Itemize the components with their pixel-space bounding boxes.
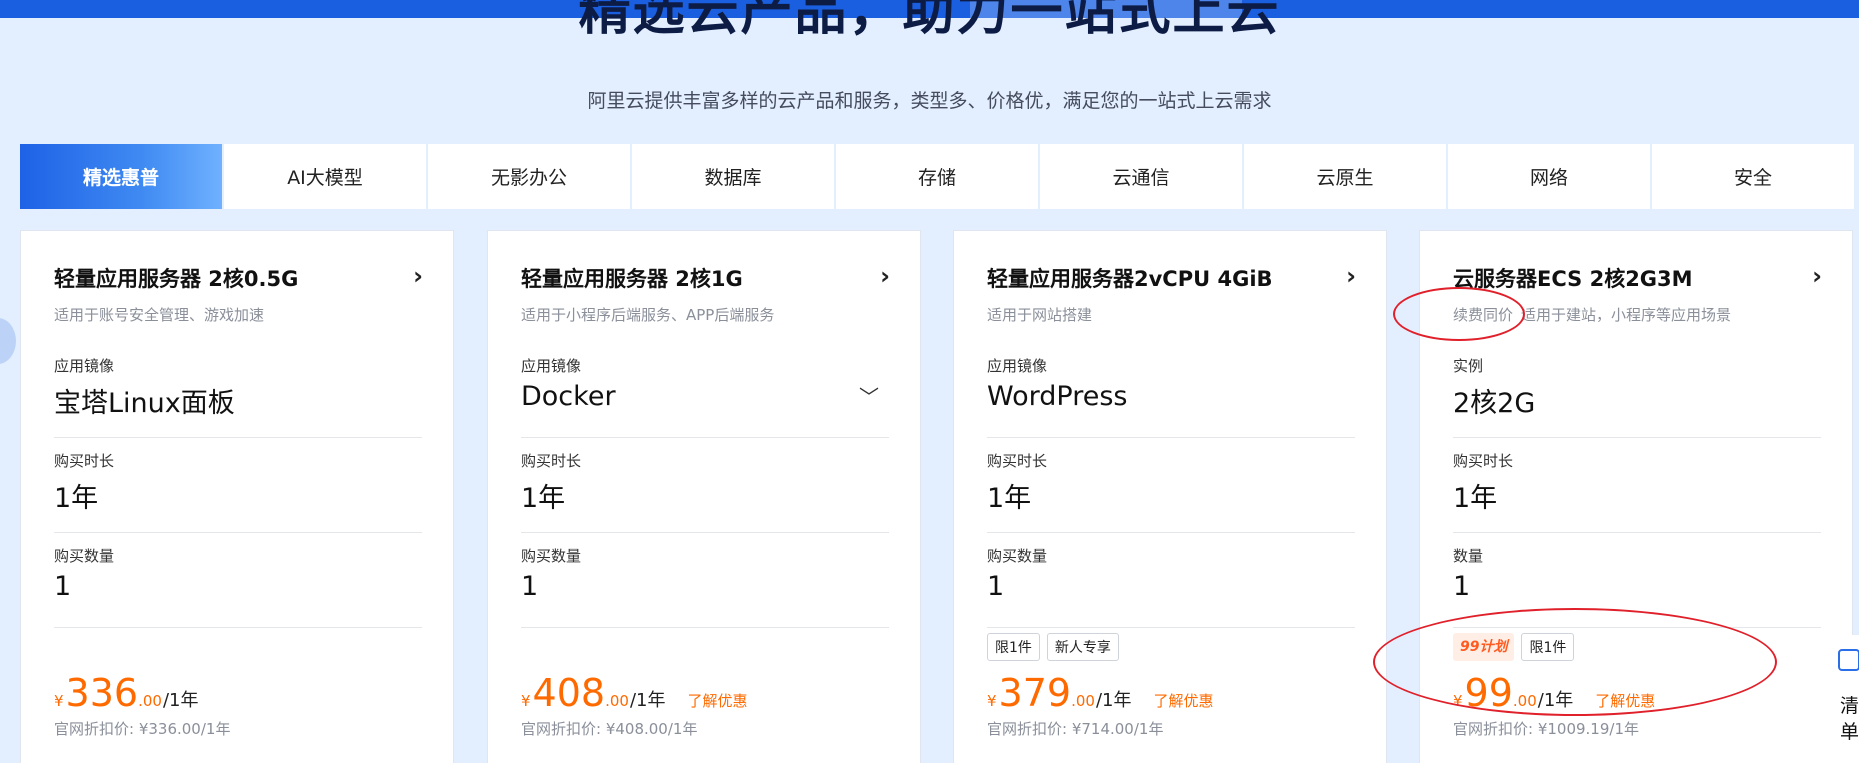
chevron-right-icon[interactable]: › [880, 262, 890, 290]
tab-cloud-communication[interactable]: 云通信 [1040, 144, 1242, 209]
page-title: 精选云产品，助力一站式上云 [578, 0, 1281, 42]
card-title[interactable]: 轻量应用服务器 2核0.5G [54, 263, 298, 293]
price: ¥ 379 .00 /1年 了解优惠 [987, 669, 1213, 717]
learn-discount-link[interactable]: 了解优惠 [1153, 690, 1213, 711]
field-value: 宝塔Linux面板 [54, 388, 235, 419]
instance-field[interactable]: 实例 2核2G [1453, 343, 1821, 438]
price: ¥ 336 .00 /1年 [54, 669, 198, 717]
field-value: 2核2G [1453, 388, 1536, 419]
product-card: 轻量应用服务器 2核1G › 适用于小程序后端服务、APP后端服务 应用镜像 D… [487, 230, 921, 763]
annotation-circle [1393, 287, 1525, 341]
annotation-circle [1373, 608, 1777, 716]
tab-storage[interactable]: 存储 [836, 144, 1038, 209]
card-title[interactable]: 轻量应用服务器 2核1G [521, 263, 743, 293]
field-label: 购买时长 [987, 452, 1048, 470]
field-label: 购买时长 [1453, 452, 1514, 470]
original-price: 官网折扣价: ¥714.00/1年 [987, 720, 1164, 738]
limit-tag: 限1件 [987, 633, 1040, 661]
price-unit: /1年 [1095, 690, 1132, 711]
chevron-right-icon[interactable]: › [1812, 262, 1822, 290]
price: ¥ 408 .00 /1年 了解优惠 [521, 669, 747, 717]
field-value: 1 [521, 571, 539, 602]
field-value: 1 [1453, 571, 1471, 602]
image-field[interactable]: 应用镜像 WordPress [987, 343, 1355, 438]
price-currency: ¥ [987, 692, 997, 710]
product-card: 轻量应用服务器 2核0.5G › 适用于账号安全管理、游戏加速 应用镜像 宝塔L… [20, 230, 454, 763]
tab-featured[interactable]: 精选惠普 [20, 144, 222, 209]
original-price: 官网折扣价: ¥408.00/1年 [521, 720, 698, 738]
duration-field[interactable]: 购买时长 1年 [987, 438, 1355, 533]
duration-field[interactable]: 购买时长 1年 [521, 438, 889, 533]
field-value: 1 [54, 571, 72, 602]
price-unit: /1年 [162, 690, 199, 711]
chevron-down-icon[interactable]: ﹀ [859, 381, 879, 410]
field-value: 1年 [521, 483, 566, 514]
original-price: 官网折扣价: ¥336.00/1年 [54, 720, 231, 738]
field-label: 应用镜像 [54, 357, 115, 375]
field-label: 应用镜像 [521, 357, 582, 375]
price-integer: 336 [65, 671, 139, 715]
field-value: 1年 [54, 483, 99, 514]
quantity-field[interactable]: 购买数量 1 [521, 533, 889, 628]
image-select[interactable]: 应用镜像 Docker ﹀ [521, 343, 889, 438]
field-label: 购买数量 [521, 547, 582, 565]
field-value: Docker [521, 381, 616, 412]
card-title[interactable]: 轻量应用服务器2vCPU 4GiB [987, 263, 1273, 293]
category-tabs: 精选惠普 AI大模型 无影办公 数据库 存储 云通信 云原生 网络 安全 [20, 144, 1856, 209]
product-card: 轻量应用服务器2vCPU 4GiB › 适用于网站搭建 应用镜像 WordPre… [953, 230, 1387, 763]
side-widget-text: 清 [1840, 695, 1859, 717]
list-icon [1838, 649, 1859, 671]
chevron-right-icon[interactable]: › [1346, 262, 1356, 290]
price-decimal: .00 [1071, 692, 1095, 710]
card-description: 适用于账号安全管理、游戏加速 [54, 306, 265, 324]
field-label: 购买时长 [521, 452, 582, 470]
field-label: 应用镜像 [987, 357, 1048, 375]
price-decimal: .00 [605, 692, 629, 710]
price-integer: 379 [998, 671, 1072, 715]
tab-database[interactable]: 数据库 [632, 144, 834, 209]
field-value: 1 [987, 571, 1005, 602]
side-widget-text: 单 [1840, 721, 1859, 743]
tab-security[interactable]: 安全 [1652, 144, 1854, 209]
card-description: 适用于小程序后端服务、APP后端服务 [521, 306, 775, 324]
price-integer: 408 [532, 671, 606, 715]
side-float-button[interactable] [0, 318, 16, 364]
card-description: 适用于网站搭建 [987, 306, 1093, 324]
field-label: 实例 [1453, 357, 1484, 375]
learn-discount-link[interactable]: 了解优惠 [687, 690, 747, 711]
price-unit: /1年 [629, 690, 666, 711]
tab-cloud-native[interactable]: 云原生 [1244, 144, 1446, 209]
tab-ai-models[interactable]: AI大模型 [224, 144, 426, 209]
price-decimal: .00 [138, 692, 162, 710]
field-label: 购买数量 [54, 547, 115, 565]
quantity-field[interactable]: 购买数量 1 [987, 533, 1355, 628]
tab-wuying-office[interactable]: 无影办公 [428, 144, 630, 209]
duration-field[interactable]: 购买时长 1年 [1453, 438, 1821, 533]
image-field[interactable]: 应用镜像 宝塔Linux面板 [54, 343, 422, 438]
new-user-tag: 新人专享 [1046, 633, 1119, 661]
field-label: 购买数量 [987, 547, 1048, 565]
field-value: 1年 [1453, 483, 1498, 514]
card-description-text: 适用于建站，小程序等应用场景 [1521, 306, 1732, 324]
field-value: 1年 [987, 483, 1032, 514]
tag-list: 限1件 新人专享 [987, 633, 1119, 661]
quantity-field[interactable]: 购买数量 1 [54, 533, 422, 628]
page-subtitle: 阿里云提供丰富多样的云产品和服务，类型多、价格优，满足您的一站式上云需求 [587, 90, 1272, 112]
field-label: 购买时长 [54, 452, 115, 470]
chevron-right-icon[interactable]: › [413, 262, 423, 290]
field-value: WordPress [987, 381, 1128, 412]
duration-field[interactable]: 购买时长 1年 [54, 438, 422, 533]
price-currency: ¥ [54, 692, 64, 710]
tab-network[interactable]: 网络 [1448, 144, 1650, 209]
side-widget[interactable]: 清 单 [1826, 635, 1859, 763]
field-label: 数量 [1453, 547, 1484, 565]
card-title[interactable]: 云服务器ECS 2核2G3M [1453, 263, 1693, 293]
price-currency: ¥ [521, 692, 531, 710]
original-price: 官网折扣价: ¥1009.19/1年 [1453, 720, 1639, 738]
